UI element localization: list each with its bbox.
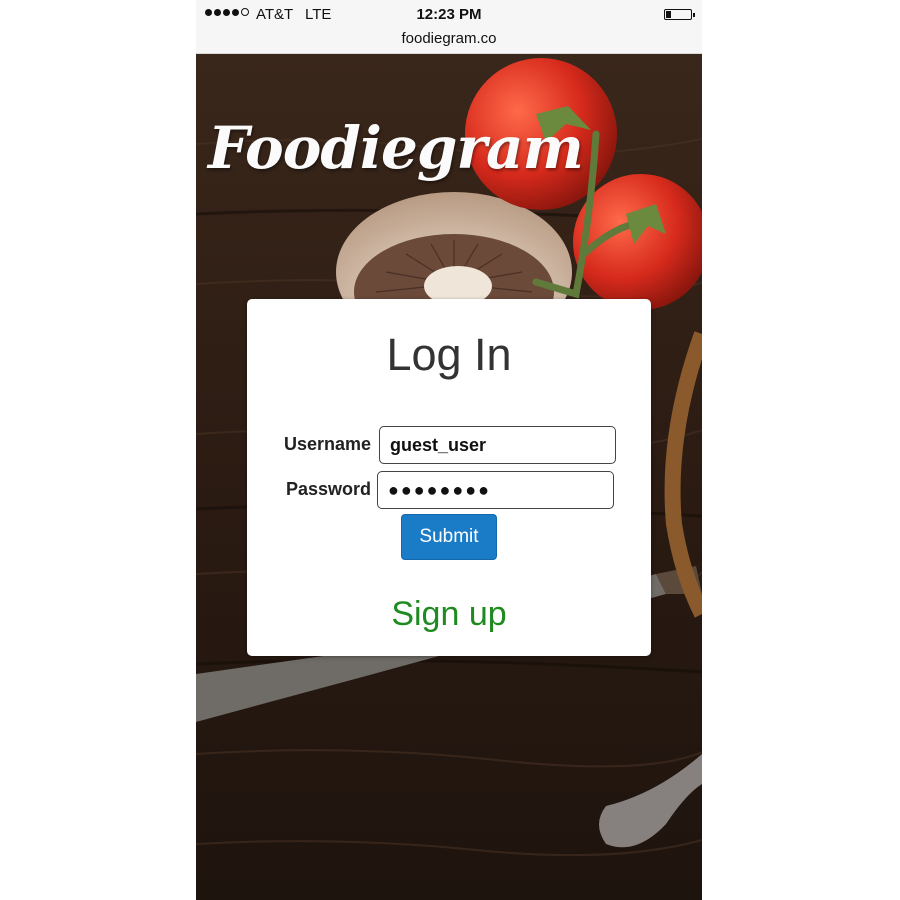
status-time: 12:23 PM [416,6,482,23]
password-label: Password [285,479,371,499]
battery-icon [664,9,695,20]
foodiegram-logo: Foodiegram [208,114,584,182]
login-title: Log In [386,329,512,380]
login-card: Log In Username Password Submit Sign up [247,299,651,656]
username-label: Username [283,434,371,454]
phone-screen: AT&T LTE 12:23 PM foodiegram.co Foodiegr… [196,0,702,900]
sign-up-link[interactable]: Sign up [247,595,651,634]
status-bar: AT&T LTE 12:23 PM [196,0,702,30]
url-text[interactable]: foodiegram.co [401,30,496,47]
submit-button[interactable]: Submit [401,514,497,560]
password-row: Password [247,471,651,509]
username-row: Username [247,426,651,464]
address-bar[interactable]: foodiegram.co [196,30,702,54]
username-input[interactable] [379,426,616,464]
password-input[interactable] [377,471,614,509]
